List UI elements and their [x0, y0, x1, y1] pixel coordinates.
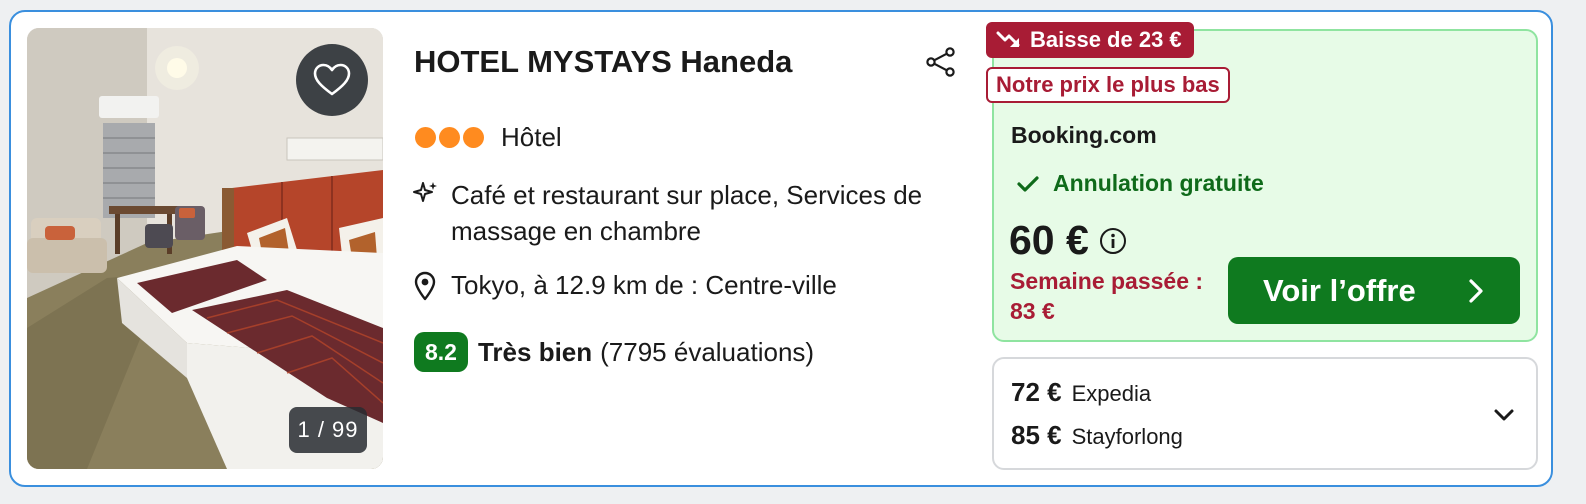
- trend-down-icon: [996, 31, 1020, 47]
- chevron-right-icon: [1469, 278, 1483, 303]
- rating[interactable]: 8.2 Très bien (7795 évaluations): [414, 332, 814, 372]
- price-drop-badge: Baisse de 23 €: [986, 22, 1194, 58]
- share-icon: [926, 47, 955, 77]
- check-icon: [1017, 175, 1039, 192]
- hotel-name[interactable]: HOTEL MYSTAYS Haneda: [414, 44, 792, 80]
- star-dot: [439, 127, 460, 148]
- share-button[interactable]: [925, 46, 957, 78]
- view-deal-button[interactable]: Voir l’offre: [1228, 257, 1520, 324]
- favorite-button[interactable]: [296, 44, 368, 116]
- review-count: (7795 évaluations): [600, 336, 815, 367]
- amenities-text: Café et restaurant sur place, Services d…: [451, 180, 923, 246]
- map-pin-icon: [414, 271, 436, 300]
- free-cancellation: Annulation gratuite: [1017, 170, 1264, 197]
- accommodation-type: Hôtel: [501, 122, 562, 152]
- lowest-price-badge: Notre prix le plus bas: [986, 67, 1230, 103]
- location: Tokyo, à 12.9 km de : Centre-ville: [413, 270, 837, 301]
- last-week-price: Semaine passée : 83 €: [1010, 268, 1204, 324]
- price-drop-text: Baisse de 23 €: [1030, 27, 1182, 52]
- other-offer-row[interactable]: 72 € Expedia: [1011, 377, 1151, 408]
- hotel-class: Hôtel: [415, 122, 562, 153]
- deal-provider: Booking.com: [1011, 122, 1157, 148]
- info-icon[interactable]: [1099, 227, 1127, 255]
- deal-price-row: 60 €: [1009, 217, 1127, 264]
- other-offer-price: 85 €: [1011, 420, 1062, 450]
- image-counter: 1 / 99: [289, 407, 367, 453]
- star-dot: [463, 127, 484, 148]
- star-dot: [415, 127, 436, 148]
- hotel-result-card[interactable]: 1 / 99 HOTEL MYSTAYS Haneda Hôtel Café e…: [9, 10, 1553, 487]
- deal-price: 60 €: [1009, 217, 1089, 263]
- sparkle-icon: [413, 182, 437, 202]
- other-offers-dropdown[interactable]: 72 € Expedia 85 € Stayforlong: [992, 357, 1538, 470]
- chevron-down-icon[interactable]: [1492, 403, 1516, 427]
- location-text: Tokyo, à 12.9 km de : Centre-ville: [451, 270, 837, 300]
- view-deal-label: Voir l’offre: [1263, 272, 1416, 308]
- other-offer-row[interactable]: 85 € Stayforlong: [1011, 420, 1183, 451]
- other-offer-site: Stayforlong: [1071, 424, 1183, 449]
- hotel-photo[interactable]: 1 / 99: [27, 28, 383, 469]
- rating-label: Très bien: [477, 336, 593, 367]
- heart-icon: [313, 63, 351, 96]
- cancellation-text: Annulation gratuite: [1053, 170, 1264, 196]
- other-offer-price: 72 €: [1011, 377, 1062, 407]
- other-offer-site: Expedia: [1071, 381, 1152, 406]
- rating-score-badge: 8.2: [414, 332, 468, 372]
- amenities: Café et restaurant sur place, Services d…: [411, 177, 981, 249]
